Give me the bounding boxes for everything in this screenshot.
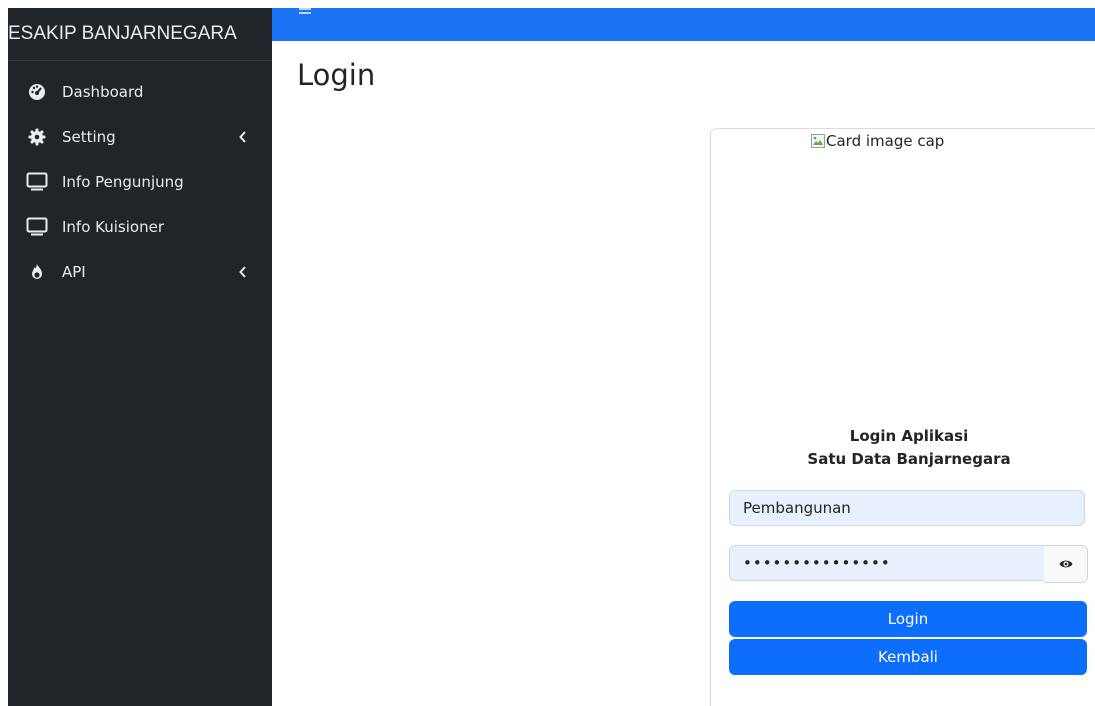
- chevron-left-icon: [239, 130, 246, 143]
- back-button[interactable]: Kembali: [729, 639, 1087, 675]
- toggle-password-button[interactable]: [1044, 545, 1088, 583]
- sidebar-item-label: Info Kuisioner: [62, 217, 164, 236]
- sidebar: ESAKIP BANJARNEGARA Dashboard Setting In…: [8, 8, 272, 706]
- desktop-icon: [26, 216, 48, 238]
- sidebar-item-label: Info Pengunjung: [62, 172, 184, 191]
- page: S ESAKIP BANJARNEGARA Dashboard: [0, 0, 1095, 706]
- eye-icon: [1059, 560, 1072, 568]
- sidebar-brand[interactable]: ESAKIP BANJARNEGARA: [8, 8, 272, 61]
- desktop-icon: [26, 171, 48, 193]
- username-input[interactable]: Pembangunan: [729, 490, 1085, 526]
- sidebar-menu: Dashboard Setting Info Pengunjung Info K…: [8, 61, 272, 294]
- sidebar-item-api[interactable]: API: [8, 249, 272, 294]
- broken-image-icon: [811, 134, 825, 148]
- card-heading-line1: Login Aplikasi: [849, 427, 969, 445]
- sidebar-item-info-pengunjung[interactable]: Info Pengunjung: [8, 159, 272, 204]
- chevron-left-icon: [239, 265, 246, 278]
- dashboard-gauge-icon: [26, 81, 48, 103]
- card-heading: Login Aplikasi Satu Data Banjarnegara: [729, 425, 1089, 471]
- password-input[interactable]: •••••••••••••••: [729, 545, 1045, 581]
- card-image: Card image cap: [811, 132, 944, 150]
- login-card: Card image cap Login Aplikasi Satu Data …: [710, 128, 1095, 706]
- fire-icon: [26, 261, 48, 283]
- sidebar-item-label: API: [62, 262, 86, 281]
- sidebar-item-setting[interactable]: Setting: [8, 114, 272, 159]
- login-button[interactable]: Login: [729, 601, 1087, 637]
- sidebar-item-label: Dashboard: [62, 82, 144, 101]
- sidebar-item-dashboard[interactable]: Dashboard: [8, 69, 272, 114]
- sidebar-item-label: Setting: [62, 127, 116, 146]
- gear-icon: [26, 126, 48, 148]
- page-title: Login: [297, 58, 376, 92]
- hamburger-menu-icon[interactable]: [299, 8, 311, 18]
- card-image-alt-text: Card image cap: [826, 132, 945, 150]
- card-heading-line2: Satu Data Banjarnegara: [807, 450, 1011, 468]
- top-navbar: [272, 8, 1095, 41]
- sidebar-item-info-kuisioner[interactable]: Info Kuisioner: [8, 204, 272, 249]
